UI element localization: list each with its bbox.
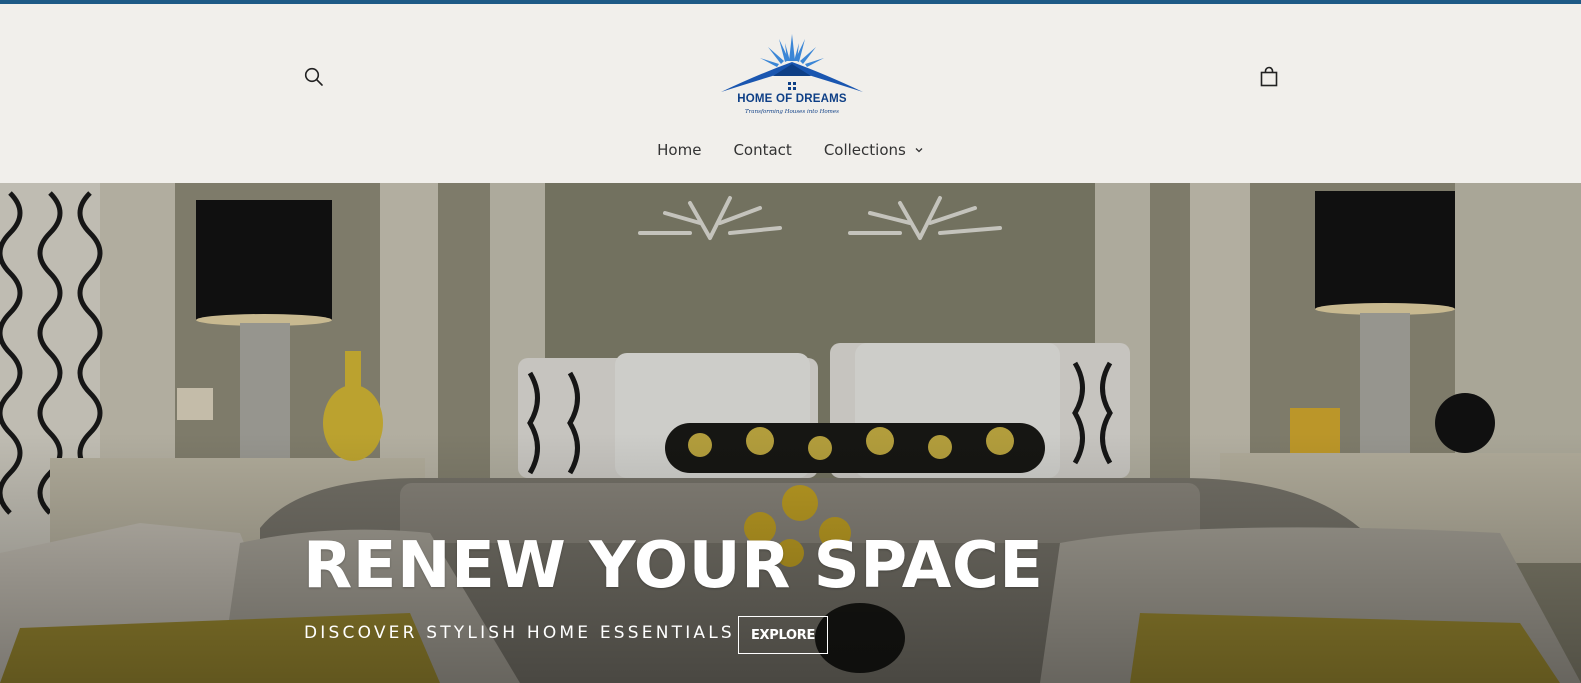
chevron-down-icon bbox=[915, 148, 923, 153]
site-logo[interactable]: HOME OF DREAMS Transforming Houses into … bbox=[719, 34, 865, 124]
search-button[interactable] bbox=[303, 66, 325, 88]
nav-item-label: Contact bbox=[733, 141, 792, 159]
nav-item-collections[interactable]: Collections bbox=[808, 137, 940, 163]
hero-subtitle: DISCOVER STYLISH HOME ESSENTIALS bbox=[304, 623, 735, 643]
nav-item-label: Home bbox=[657, 141, 702, 159]
shopping-bag-icon bbox=[1260, 66, 1278, 87]
logo-brand-name: HOME OF DREAMS bbox=[737, 93, 847, 105]
cart-button[interactable] bbox=[1258, 66, 1280, 88]
explore-button-label: EXPLORE bbox=[750, 627, 816, 643]
site-header: HOME OF DREAMS Transforming Houses into … bbox=[0, 4, 1581, 183]
hero-bedroom-image bbox=[0, 183, 1581, 683]
logo-tagline: Transforming Houses into Homes bbox=[745, 109, 839, 115]
hero-title: RENEW YOUR SPACE bbox=[303, 529, 1044, 603]
nav-item-home[interactable]: Home bbox=[641, 137, 717, 163]
explore-button[interactable]: EXPLORE bbox=[738, 616, 828, 654]
nav-item-label: Collections bbox=[823, 141, 906, 159]
house-sunburst-logo-icon bbox=[721, 34, 863, 92]
search-icon bbox=[304, 67, 323, 86]
hero-banner bbox=[0, 183, 1581, 683]
main-nav: Home Contact Collections bbox=[0, 137, 1581, 163]
nav-item-contact[interactable]: Contact bbox=[717, 137, 807, 163]
